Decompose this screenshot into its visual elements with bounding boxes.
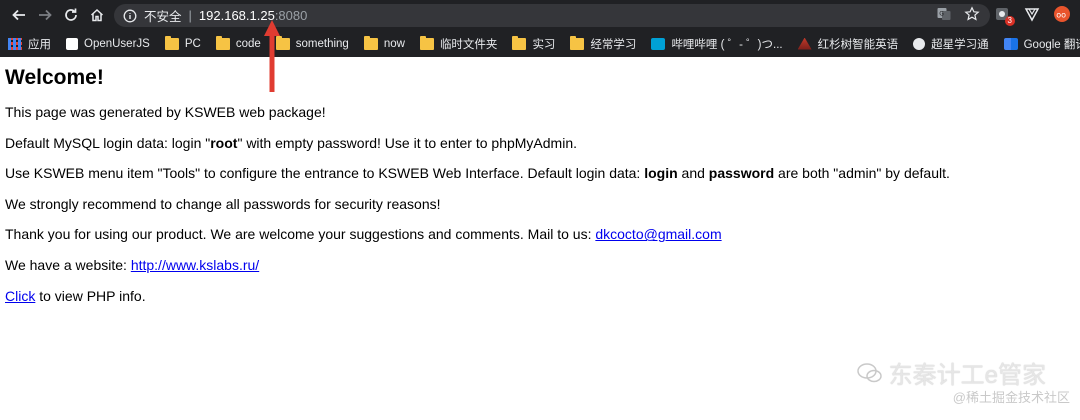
bookmark-label: 经常学习 (590, 38, 637, 51)
bookmark-item[interactable]: 实习 (512, 35, 556, 52)
php-info-text: Click to view PHP info. (5, 287, 146, 304)
translate-icon (1003, 37, 1018, 50)
password-label: password (708, 165, 775, 182)
bookmark-label: code (235, 37, 261, 50)
info-icon[interactable] (122, 8, 138, 24)
folder-icon (570, 35, 585, 50)
bookmark-item[interactable]: 应用 (8, 36, 51, 52)
bookmark-item[interactable]: 红杉树智能英语 (797, 36, 899, 52)
folder-icon (419, 35, 434, 50)
ksweb-interface-text: Use KSWEB menu item "Tools" to configure… (5, 165, 950, 182)
bookmark-label: 应用 (28, 38, 51, 51)
security-label[interactable]: 不安全 (144, 6, 182, 25)
forward-button[interactable] (32, 2, 58, 28)
svg-text:G: G (939, 11, 944, 18)
site-icon (66, 37, 78, 50)
bookmark-item[interactable]: 临时文件夹 (419, 35, 498, 52)
toolbar: 不安全 | 192.168.1.25:8080 G 3 oo (0, 0, 1080, 30)
address-bar[interactable]: 不安全 | 192.168.1.25:8080 G (114, 4, 990, 27)
security-recommendation-text: We strongly recommend to change all pass… (5, 195, 441, 212)
tree-icon (797, 37, 812, 50)
bookmark-item[interactable]: PC (164, 35, 201, 50)
vpn-extension-icon[interactable] (1022, 4, 1042, 24)
root-username: root (210, 134, 238, 151)
omnibox-actions: G (936, 6, 980, 25)
mysql-login-text: Default MySQL login data: login "root" w… (5, 134, 578, 151)
back-button[interactable] (6, 2, 32, 28)
bookmark-item[interactable]: Google 翻译 (1003, 36, 1080, 52)
extensions-area: 3 oo (992, 4, 1072, 26)
php-info-link[interactable]: Click (5, 288, 35, 304)
folder-icon (164, 35, 179, 50)
bookmark-label: 实习 (532, 38, 556, 51)
wechat-icon (856, 362, 882, 382)
email-link[interactable]: dkcocto@gmail.com (595, 226, 721, 242)
reload-button[interactable] (58, 2, 84, 28)
bookmark-label: 哔哩哔哩 ( ゜- ゜)つ... (671, 38, 783, 51)
folder-icon (512, 35, 527, 50)
bookmark-item[interactable]: something (275, 35, 349, 50)
bookmark-label: 临时文件夹 (439, 38, 498, 51)
bookmark-item[interactable]: 超星学习通 (913, 36, 989, 52)
page-content: Welcome! This page was generated by KSWE… (0, 57, 1080, 325)
apps-grid-icon (8, 37, 22, 50)
home-button[interactable] (84, 2, 110, 28)
folder-icon (215, 35, 230, 50)
page-title: Welcome! (5, 66, 104, 89)
home-icon (90, 8, 104, 22)
reload-icon (65, 8, 77, 21)
bookmark-label: now (383, 37, 405, 50)
contact-text: Thank you for using our product. We are … (5, 226, 722, 243)
bookmark-item[interactable]: code (215, 35, 261, 50)
watermark: 东秦计工e管家 (856, 355, 1046, 390)
bilibili-icon (651, 37, 666, 50)
svg-text:oo: oo (1056, 11, 1066, 20)
profile-avatar[interactable]: oo (1052, 4, 1072, 24)
website-link[interactable]: http://www.kslabs.ru/ (131, 257, 259, 273)
bookmarks-bar: 应用 OpenUserJS PC code something now 临时文件夹 实习 经常学… (0, 30, 1080, 57)
bookmark-label: 红杉树智能英语 (817, 38, 899, 51)
folder-icon (363, 35, 378, 50)
browser-chrome: 不安全 | 192.168.1.25:8080 G 3 oo 应用 OpenU… (0, 0, 1080, 57)
extension-icon[interactable]: 3 (992, 4, 1015, 26)
bookmark-label: 超星学习通 (931, 38, 989, 51)
website-text: We have a website: http://www.kslabs.ru/ (5, 256, 260, 273)
bookmark-star-icon[interactable] (964, 6, 980, 25)
intro-text: This page was generated by KSWEB web pac… (5, 104, 326, 120)
bookmark-label: something (295, 37, 349, 50)
watermark-title: 东秦计工e管家 (888, 362, 1046, 389)
bookmark-label: OpenUserJS (84, 37, 150, 50)
bookmark-label: PC (184, 37, 201, 50)
bookmark-item[interactable]: OpenUserJS (66, 37, 150, 50)
bookmark-item[interactable]: 哔哩哔哩 ( ゜- ゜)つ... (651, 36, 783, 52)
bookmark-item[interactable]: 经常学习 (570, 35, 637, 52)
globe-icon (913, 37, 926, 50)
annotation-arrow-icon (264, 20, 280, 92)
watermark-subtitle: @稀土掘金技术社区 (952, 390, 1070, 405)
bookmark-item[interactable]: now (363, 35, 405, 50)
separator: | (188, 8, 192, 23)
login-label: login (644, 165, 678, 182)
back-arrow-icon (12, 9, 25, 21)
bookmark-label: Google 翻译 (1023, 38, 1080, 51)
translate-page-icon[interactable]: G (936, 6, 952, 25)
extension-badge: 3 (1004, 16, 1015, 26)
forward-arrow-icon (39, 9, 52, 21)
